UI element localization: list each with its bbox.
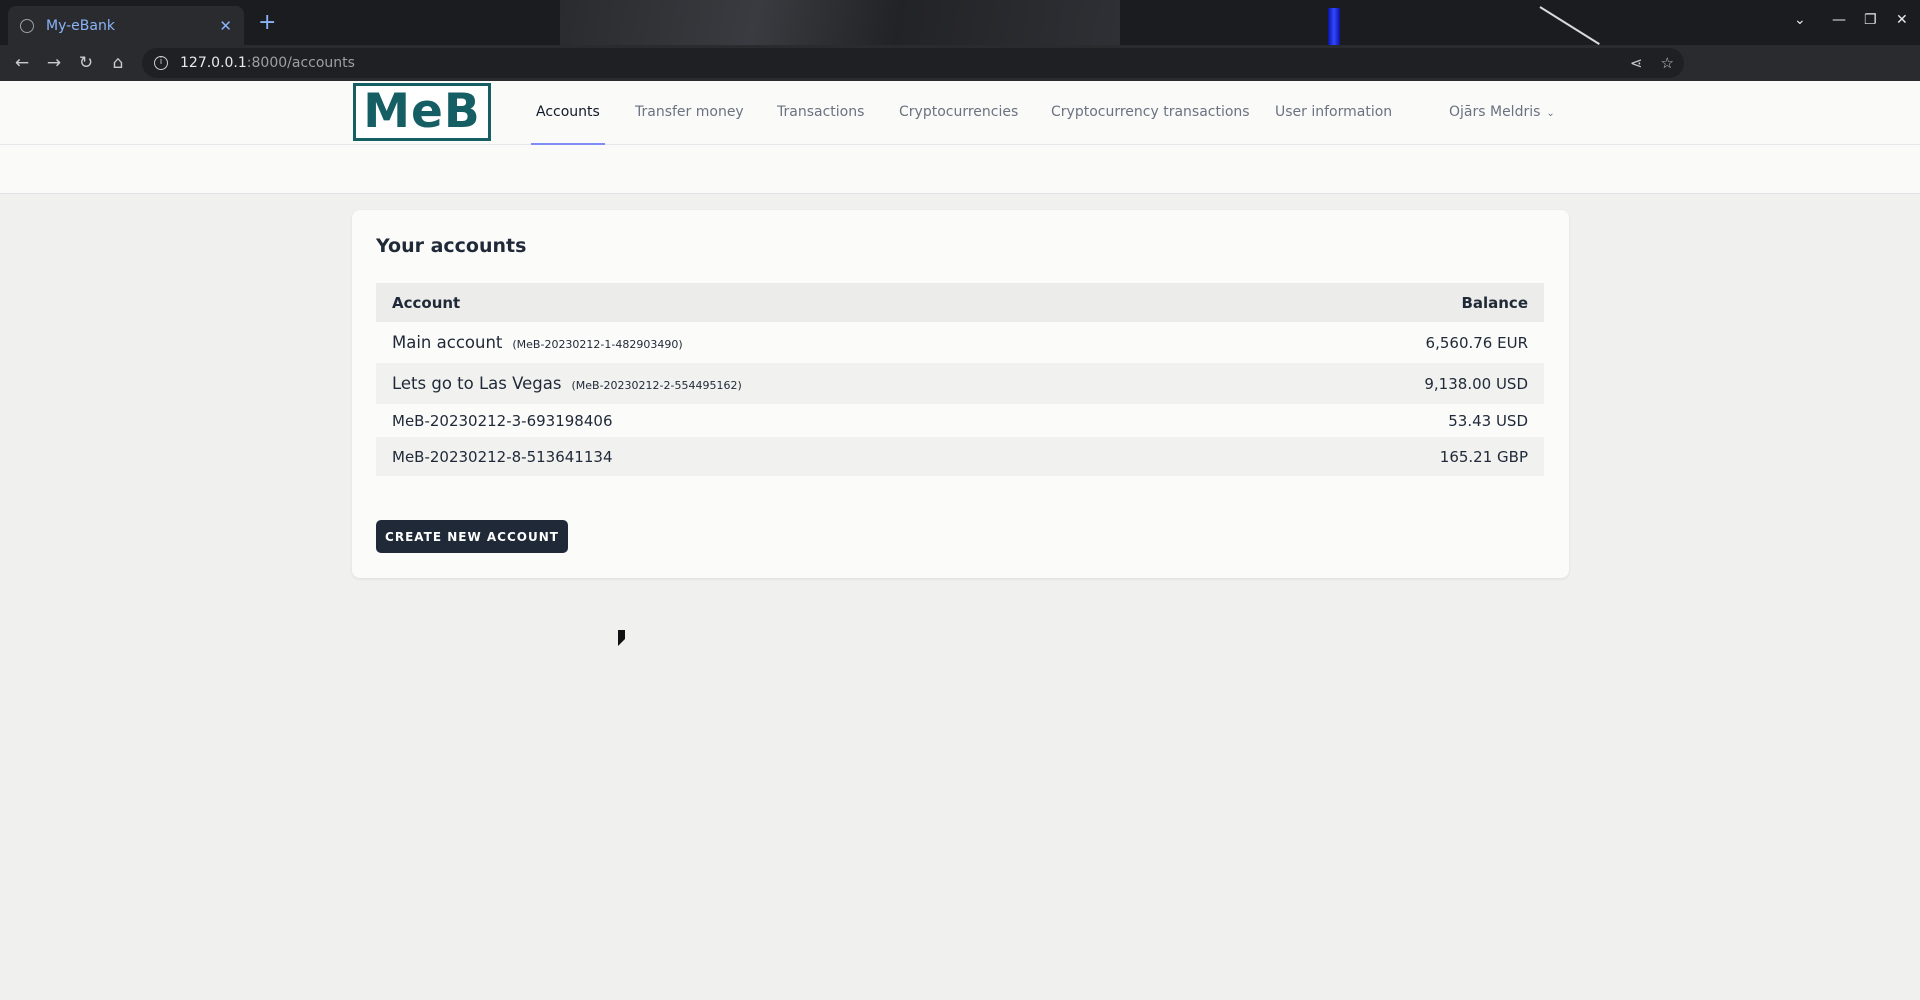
nav-transactions[interactable]: Transactions [777,81,864,145]
account-number: (MeB-20230212-2-554495162) [571,379,742,392]
account-balance: 165.21 GBP [1439,447,1528,466]
account-number: (MeB-20230212-1-482903490) [512,338,683,351]
tab-title: My-eBank [46,17,115,34]
user-name: Ojārs Meldris [1449,104,1541,120]
mouse-cursor [618,630,625,646]
close-tab-icon[interactable]: ✕ [219,17,232,35]
nav-user-information[interactable]: User information [1275,81,1392,145]
star-icon[interactable]: ☆ [1661,54,1674,72]
minimize-button[interactable]: — [1832,12,1846,28]
accounts-card: Your accounts Account Balance Main accou… [352,210,1569,578]
forward-button[interactable]: → [38,53,70,73]
nav-cryptocurrencies[interactable]: Cryptocurrencies [899,81,1018,145]
browser-toolbar: ← → ↻ ⌂ i 127.0.0.1 :8000/accounts ⋖ ☆ O… [0,45,1920,117]
info-icon[interactable]: i [154,56,168,70]
close-window-button[interactable]: ✕ [1896,12,1908,28]
account-name: Main account [392,333,503,352]
meb-logo[interactable]: MeB [353,83,491,141]
chevron-down-icon: ⌄ [1546,108,1555,119]
desktop-background-line [1539,6,1600,45]
reload-button[interactable]: ↻ [70,53,102,73]
browser-tab-strip: My-eBank ✕ + ⌄ — ❐ ✕ [0,0,1920,45]
account-number: MeB-20230212-8-513641134 [392,447,613,466]
url-host: 127.0.0.1 [180,55,247,71]
desktop-background-accent [1328,8,1340,45]
create-new-account-button[interactable]: CREATE NEW ACCOUNT [376,520,568,553]
back-button[interactable]: ← [6,53,38,73]
accounts-table: Account Balance Main account (MeB-2023021… [376,283,1544,476]
page-title: Your accounts [376,235,527,257]
address-bar[interactable]: i 127.0.0.1 :8000/accounts ⋖ ☆ [142,48,1684,78]
browser-tab[interactable]: My-eBank ✕ [8,6,244,45]
table-row[interactable]: MeB-20230212-8-513641134 165.21 GBP [376,437,1544,476]
chevron-down-icon[interactable]: ⌄ [1794,12,1806,28]
nav-cryptocurrency-transactions[interactable]: Cryptocurrency transactions [1051,81,1250,145]
share-icon[interactable]: ⋖ [1630,54,1643,72]
table-row[interactable]: MeB-20230212-3-693198406 53.43 USD [376,404,1544,437]
nav-accounts[interactable]: Accounts [531,81,605,145]
column-header-account: Account [392,293,461,312]
restore-button[interactable]: ❐ [1864,12,1877,28]
account-balance: 6,560.76 EUR [1425,333,1528,352]
account-name: Lets go to Las Vegas [392,374,562,393]
nav-transfer-money[interactable]: Transfer money [635,81,744,145]
account-balance: 53.43 USD [1448,411,1528,430]
table-row[interactable]: Main account (MeB-20230212-1-482903490) 6… [376,322,1544,363]
home-button[interactable]: ⌂ [102,53,134,73]
app-subheader [0,145,1920,194]
url-path: :8000/accounts [246,55,355,71]
account-balance: 9,138.00 USD [1424,374,1528,393]
user-menu[interactable]: Ojārs Meldris ⌄ [1449,81,1555,145]
globe-icon [20,18,34,33]
table-row[interactable]: Lets go to Las Vegas (MeB-20230212-2-5544… [376,363,1544,404]
table-header: Account Balance [376,283,1544,322]
new-tab-button[interactable]: + [258,10,276,36]
account-number: MeB-20230212-3-693198406 [392,411,613,430]
column-header-balance: Balance [1461,293,1528,312]
desktop-background [560,0,1120,45]
